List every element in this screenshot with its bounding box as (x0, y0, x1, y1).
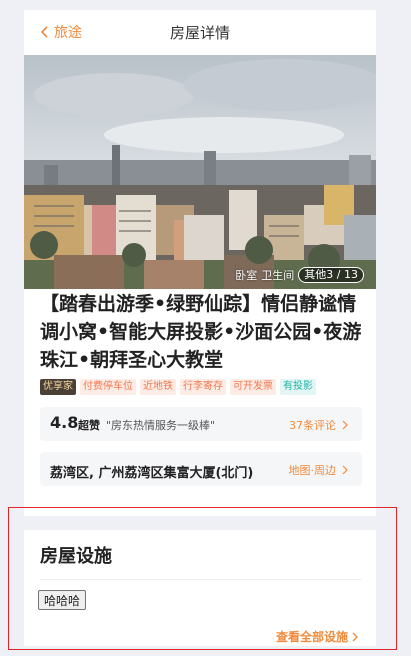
hero-tag-bathroom[interactable]: 卫生间 (261, 267, 294, 283)
tag-premium: 优享家 (40, 379, 76, 395)
hero-tag-bedroom[interactable]: 卧室 (235, 267, 257, 283)
map-link-label: 地图·周边 (288, 464, 337, 477)
tag-invoice: 可开发票 (230, 379, 276, 395)
tag-projector: 有投影 (280, 379, 316, 395)
view-all-facilities-label: 查看全部设施 (275, 630, 348, 644)
tag-near-subway: 近地铁 (140, 379, 176, 395)
location-row[interactable]: 荔湾区, 广州荔湾区集富大厦(北门) 地图·周边 (40, 452, 362, 486)
facility-button[interactable]: 哈哈哈 (38, 590, 87, 610)
divider (40, 579, 362, 580)
rating-word: 超赞 (78, 419, 100, 432)
listing-title: 【踏春出游季•绿野仙踪】情侣静谧情调小窝•智能大屏投影•沙面公园•夜游珠江•朝拜… (40, 293, 362, 371)
tag-paid-parking: 付费停车位 (80, 379, 136, 395)
facilities-title: 房屋设施 (40, 546, 112, 567)
section-divider (24, 516, 376, 530)
review-quote: "房东热情服务一级棒" (106, 419, 216, 432)
nav-bar: 旅途 房屋详情 (24, 10, 376, 54)
reviews-link[interactable]: 37条评论 (289, 417, 348, 433)
chevron-right-icon (342, 465, 348, 475)
city-skyline-photo (24, 55, 376, 289)
view-all-facilities-link[interactable]: 查看全部设施 (276, 628, 358, 645)
map-link[interactable]: 地图·周边 (289, 462, 349, 478)
hero-photo[interactable]: 卧室 卫生间 其他3 / 13 (24, 55, 376, 289)
hero-tags: 卧室 卫生间 其他3 / 13 (235, 267, 364, 283)
feature-tags: 优享家 付费停车位 近地铁 行李寄存 可开发票 有投影 (40, 379, 316, 395)
page-title: 房屋详情 (169, 24, 230, 42)
address: 荔湾区, 广州荔湾区集富大厦(北门) (50, 466, 254, 481)
tag-luggage-storage: 行李寄存 (180, 379, 226, 395)
chevron-right-icon (352, 632, 358, 641)
review-summary[interactable]: 4.8 超赞 "房东热情服务一级棒" 37条评论 (40, 407, 362, 441)
rating-score: 4.8 (50, 413, 79, 432)
photo-counter: 其他3 / 13 (298, 267, 364, 283)
listing-card: 旅途 房屋详情 卧室 卫生间 其他3 / 13 【踏春出游季•绿野仙踪】情侣静谧… (24, 10, 376, 646)
reviews-link-label: 37条评论 (289, 419, 336, 432)
chevron-right-icon (342, 420, 348, 430)
